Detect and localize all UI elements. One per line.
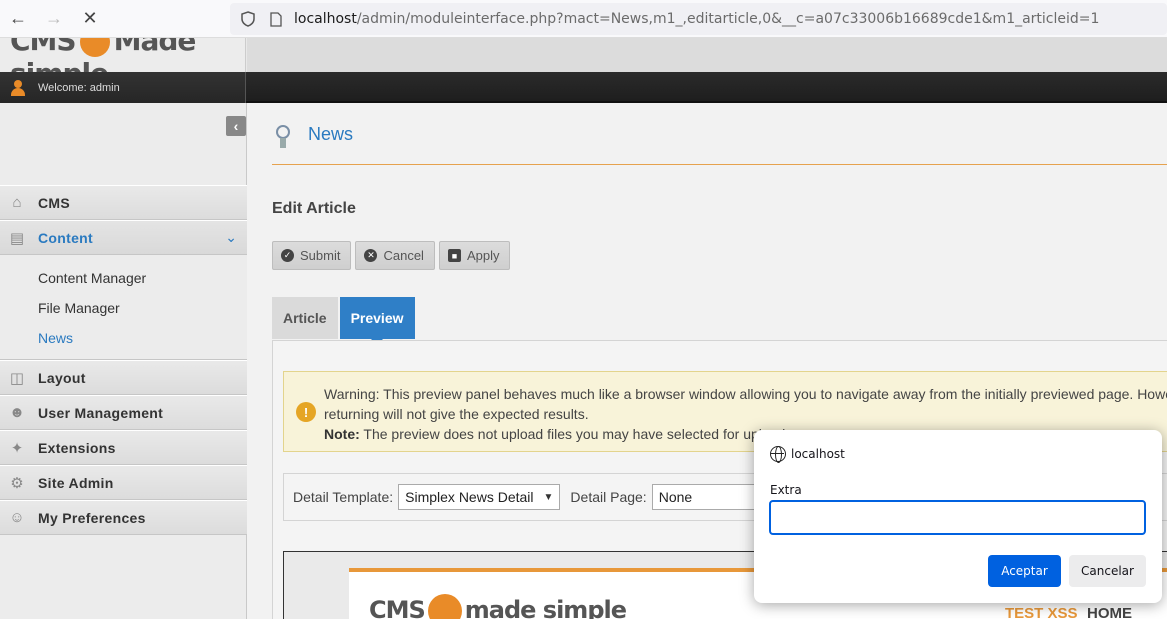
logo-text-left: CMS — [10, 38, 77, 57]
layout-icon: ◫ — [9, 369, 25, 387]
cms-header: CMSMade simple — [0, 38, 1167, 72]
sidebar-item-extensions[interactable]: ✦ Extensions — [0, 430, 247, 465]
dialog-label: Extra — [770, 483, 802, 497]
sidebar-item-label: Layout — [38, 369, 86, 386]
url-path: /admin/moduleinterface.php?mact=News,m1_… — [356, 11, 1100, 27]
arrow-right-icon: → — [45, 8, 63, 28]
sidebar-item-my-preferences[interactable]: ☺ My Preferences — [0, 500, 247, 535]
warning-icon: ! — [296, 402, 316, 422]
dialog-input[interactable] — [769, 500, 1146, 535]
submit-label: Submit — [300, 248, 341, 263]
url-text: localhost/admin/moduleinterface.php?mact… — [294, 11, 1099, 27]
collapse-sidebar-button[interactable]: ‹ — [226, 116, 246, 136]
preview-nav-home[interactable]: HOME — [1087, 605, 1132, 619]
detail-template-select[interactable]: Simplex News Detail ▼ — [398, 484, 561, 510]
chevron-left-icon: ‹ — [233, 118, 239, 134]
submit-button[interactable]: ✓ Submit — [272, 241, 352, 270]
logo-palm-icon — [79, 38, 110, 57]
section-title: Edit Article — [272, 200, 356, 217]
close-icon: ✕ — [82, 8, 98, 28]
warning-line-2: returning will not give the expected res… — [324, 406, 589, 422]
detail-template-label: Detail Template: — [293, 489, 394, 505]
prompt-dialog: localhost Extra Aceptar Cancelar — [754, 430, 1162, 603]
news-icon — [272, 123, 294, 149]
sidebar-menu: ⌂ CMS ▤ Content ⌄ Content Manager File M… — [0, 185, 247, 535]
ok-button[interactable]: Aceptar — [988, 555, 1061, 587]
globe-icon — [770, 446, 786, 463]
sidebar-item-label: Site Admin — [38, 474, 114, 491]
tab-article[interactable]: Article — [272, 297, 338, 339]
forward-button[interactable]: → — [36, 0, 72, 38]
submenu-file-manager[interactable]: File Manager — [0, 293, 247, 323]
welcome-area: Welcome: admin — [0, 72, 246, 103]
preview-logo-left: CMS — [369, 596, 426, 619]
sidebar-item-user-management[interactable]: ☻ User Management — [0, 395, 247, 430]
puzzle-icon: ✦ — [10, 439, 24, 457]
preview-logo[interactable]: CMS made simple — [369, 594, 627, 619]
preview-logo-right: made simple — [464, 596, 627, 619]
page-title: News — [308, 124, 354, 144]
logo-palm-icon — [427, 594, 462, 619]
close-icon: ✕ — [364, 249, 378, 262]
warning-line-1: Warning: This preview panel behaves much… — [324, 386, 1167, 402]
cancel-button[interactable]: ✕ Cancel — [355, 241, 435, 270]
detail-page-value: None — [658, 489, 693, 505]
apply-button[interactable]: ■ Apply — [438, 241, 511, 270]
submenu-news[interactable]: News — [0, 323, 247, 353]
user-icon: ☺ — [9, 509, 25, 526]
apply-label: Apply — [466, 248, 500, 263]
dialog-origin: localhost — [791, 447, 845, 461]
note-label: Note: — [324, 426, 360, 442]
url-host: localhost — [294, 11, 357, 27]
sidebar: ‹ ⌂ CMS ▤ Content ⌄ Content Manager File… — [0, 103, 247, 619]
cancel-label: Cancel — [383, 248, 424, 263]
users-icon: ☻ — [9, 404, 25, 421]
stop-button[interactable]: ✕ — [72, 0, 108, 38]
detail-page-label: Detail Page: — [570, 489, 647, 505]
sidebar-item-cms[interactable]: ⌂ CMS — [0, 185, 247, 220]
user-icon — [10, 79, 26, 96]
sidebar-item-content[interactable]: ▤ Content ⌄ — [0, 220, 247, 255]
sidebar-item-label: Content — [38, 229, 93, 246]
arrow-left-icon: ← — [9, 8, 27, 28]
cms-logo[interactable]: CMSMade simple — [0, 38, 246, 72]
sidebar-item-label: User Management — [38, 404, 164, 421]
header-right — [247, 38, 1167, 72]
browser-toolbar: ← → ✕ localhost/admin/moduleinterface.ph… — [0, 0, 1167, 38]
welcome-text: Welcome: admin — [38, 81, 120, 94]
preview-nav-test-xss[interactable]: TEST XSS — [1005, 605, 1078, 619]
shield-icon[interactable] — [238, 11, 258, 27]
back-button[interactable]: ← — [0, 0, 36, 38]
check-icon: ✓ — [281, 249, 294, 262]
home-icon: ⌂ — [12, 194, 22, 211]
chevron-down-icon: ▼ — [543, 491, 554, 503]
page-header: News — [272, 121, 1167, 165]
note-text: The preview does not upload files you ma… — [359, 426, 790, 442]
save-icon: ■ — [447, 249, 461, 262]
content-submenu: Content Manager File Manager News — [0, 255, 247, 360]
submenu-content-manager[interactable]: Content Manager — [0, 263, 247, 293]
content-icon: ▤ — [9, 229, 25, 247]
detail-template-value: Simplex News Detail — [405, 489, 534, 505]
dialog-header: localhost — [770, 446, 845, 463]
chevron-down-icon: ⌄ — [225, 229, 237, 245]
welcome-bar: Welcome: admin — [0, 72, 1167, 103]
gear-icon: ⚙ — [10, 474, 24, 492]
sidebar-item-label: CMS — [38, 194, 71, 211]
cancel-dialog-button[interactable]: Cancelar — [1069, 555, 1146, 587]
page-icon[interactable] — [266, 11, 286, 27]
action-buttons: ✓ Submit ✕ Cancel ■ Apply — [272, 241, 511, 270]
sidebar-item-label: My Preferences — [38, 509, 146, 526]
sidebar-item-layout[interactable]: ◫ Layout — [0, 360, 247, 395]
address-bar[interactable]: localhost/admin/moduleinterface.php?mact… — [230, 3, 1167, 35]
sidebar-item-site-admin[interactable]: ⚙ Site Admin — [0, 465, 247, 500]
sidebar-item-label: Extensions — [38, 439, 116, 456]
article-tabs: Article Preview — [272, 297, 417, 345]
tab-preview[interactable]: Preview — [339, 297, 415, 345]
